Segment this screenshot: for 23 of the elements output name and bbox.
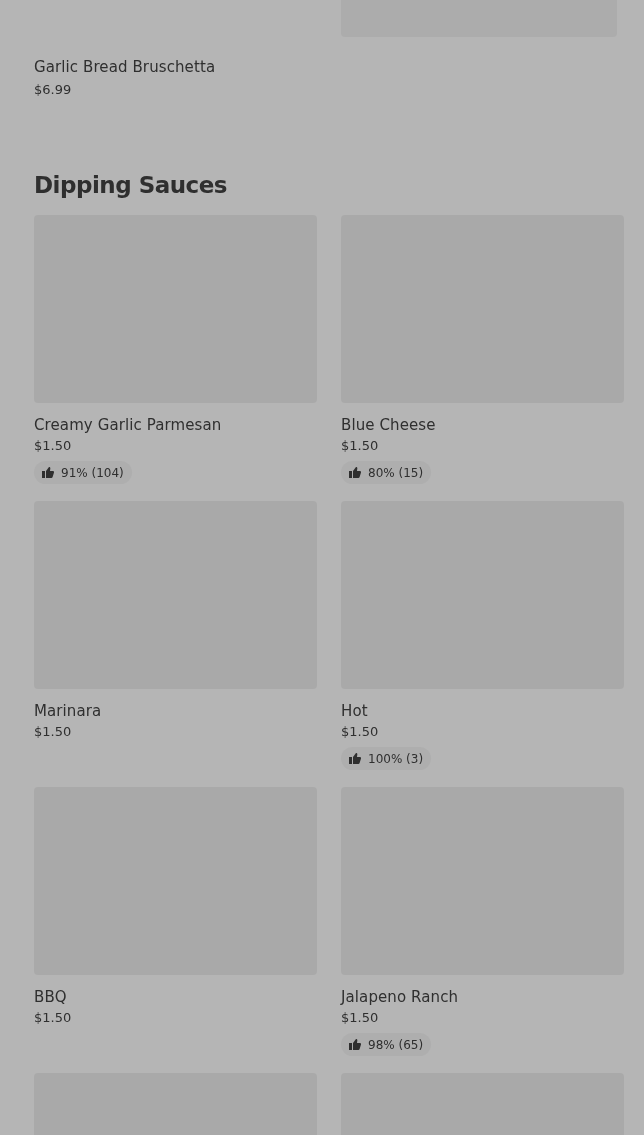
item-price: $1.50 xyxy=(34,437,73,455)
item-price: $1.50 xyxy=(34,723,73,741)
item-name[interactable]: Creamy Garlic Parmesan xyxy=(34,415,317,435)
thumbs-up-icon xyxy=(349,467,361,478)
item-name[interactable]: Garlic Bread Bruschetta xyxy=(34,57,317,77)
thumbs-up-icon xyxy=(349,753,361,764)
item-price: $1.50 xyxy=(341,1009,380,1027)
item-name[interactable]: Marinara xyxy=(34,701,317,721)
item-price: $1.50 xyxy=(341,437,380,455)
item-price: $1.50 xyxy=(341,723,380,741)
rating-text: 100% (3) xyxy=(368,751,424,766)
item-name[interactable]: Hot xyxy=(341,701,624,721)
thumbs-up-icon xyxy=(349,1039,361,1050)
item-price: $1.50 xyxy=(34,1009,73,1027)
rating-text: 91% (104) xyxy=(61,465,124,480)
thumbs-up-icon xyxy=(42,467,54,478)
item-name[interactable]: Jalapeno Ranch xyxy=(341,987,624,1007)
rating-text: 98% (65) xyxy=(368,1037,424,1052)
item-name[interactable]: Blue Cheese xyxy=(341,415,624,435)
item-name[interactable]: BBQ xyxy=(34,987,317,1007)
item-price: $6.99 xyxy=(34,81,73,99)
section-title: Dipping Sauces xyxy=(34,171,228,200)
rating-text: 80% (15) xyxy=(368,465,424,480)
